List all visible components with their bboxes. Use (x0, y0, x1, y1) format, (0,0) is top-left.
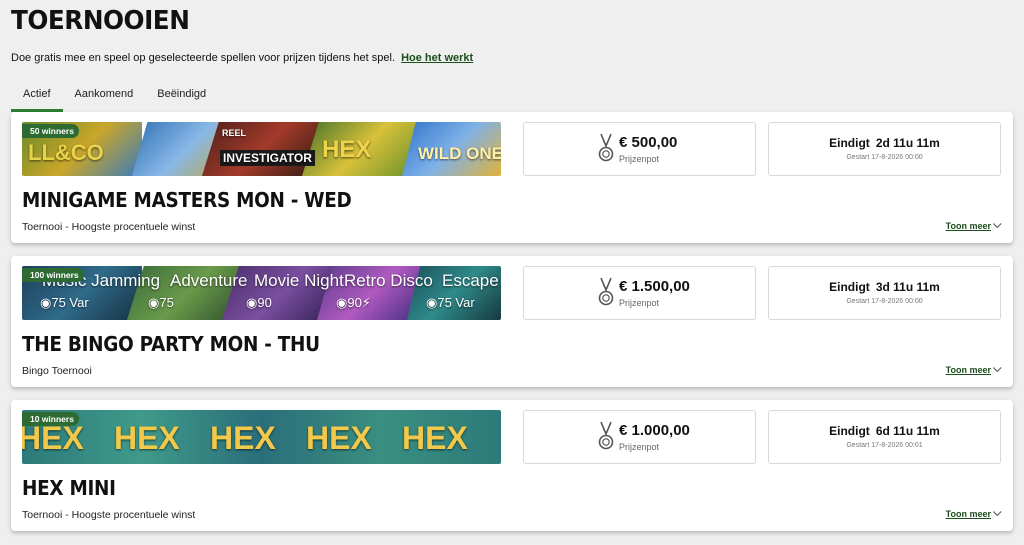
prize-label: Prijzenpot (619, 442, 660, 452)
tab-aankomend[interactable]: Aankomend (63, 86, 146, 112)
prize-label: Prijzenpot (619, 154, 660, 164)
tournament-card[interactable]: HEX HEX HEX HEX HEX 10 winners € 1.000,0… (11, 400, 1013, 531)
end-line: Eindigt 2d 11u 11m (769, 136, 1000, 150)
banner-game-title: HEX (402, 420, 468, 456)
winners-badge: 10 winners (22, 412, 79, 426)
banner-game-title: INVESTIGATOR (220, 150, 315, 166)
banner-ball-info: ◉90⚡ (336, 295, 371, 310)
how-it-works-link[interactable]: Hoe het werkt (401, 52, 473, 64)
banner-game-title: LL&CO (28, 140, 104, 165)
banner-ball-info: ◉75 Var (426, 295, 475, 310)
prize-pool-box: € 500,00 Prijzenpot (523, 122, 756, 176)
prize-label: Prijzenpot (619, 298, 660, 308)
medal-icon (598, 133, 614, 162)
show-more-link[interactable]: Toon meer (945, 363, 1002, 375)
banner-game-title: HEX (322, 136, 372, 163)
banner-ball-info: ◉90 (246, 295, 272, 310)
ends-label: Eindigt (829, 280, 870, 294)
tournament-title: MINIGAME MASTERS MON - WED (22, 188, 352, 212)
prize-amount: € 1.000,00 (619, 422, 690, 439)
tournament-subtitle: Toernooi - Hoogste procentuele winst (22, 509, 196, 521)
tournament-title: HEX MINI (22, 476, 116, 500)
ends-time: 2d 11u 11m (875, 136, 940, 150)
ends-time: 3d 11u 11m (875, 280, 940, 294)
banner-game-title: Retro Disco (344, 271, 433, 290)
banner-ball-info: ◉75 Var (40, 295, 89, 310)
banner-ball-info: ◉75 (148, 295, 174, 310)
winners-badge: 100 winners (22, 268, 84, 282)
prize-pool-box: € 1.000,00 Prijzenpot (523, 410, 756, 464)
medal-icon (598, 277, 614, 306)
end-line: Eindigt 3d 11u 11m (769, 280, 1000, 294)
game-banner[interactable]: HEX HEX HEX HEX HEX 10 winners (22, 410, 501, 464)
started-date: Gestart 17-8-2026 00:00 (846, 298, 923, 305)
started-date: Gestart 17-8-2026 00:00 (846, 154, 923, 161)
page-title: TOERNOOIEN (11, 6, 190, 36)
banner-game-title: WILD ONE (418, 144, 501, 163)
tab-actief[interactable]: Actief (11, 86, 63, 112)
started-date: Gestart 17-8-2026 00:01 (846, 442, 923, 449)
game-banner[interactable]: LL&CO REEL INVESTIGATOR HEX WILD ONE 50 … (22, 122, 501, 176)
banner-game-title: HEX (210, 420, 276, 456)
banner-game-title: HEX (114, 420, 180, 456)
banner-game-title: HEX (306, 420, 372, 456)
banner-game-title: REEL (222, 128, 247, 138)
prize-amount: € 1.500,00 (619, 278, 690, 295)
prize-pool-box: € 1.500,00 Prijzenpot (523, 266, 756, 320)
end-time-box: Eindigt 2d 11u 11m Gestart 17-8-2026 00:0… (768, 122, 1001, 176)
show-more-label: Toon meer (945, 221, 991, 231)
tournament-title: THE BINGO PARTY MON - THU (22, 332, 320, 356)
tournament-subtitle: Toernooi - Hoogste procentuele winst (22, 221, 196, 233)
medal-icon (598, 421, 614, 450)
end-time-box: Eindigt 3d 11u 11m Gestart 17-8-2026 00:0… (768, 266, 1001, 320)
chevron-down-icon (993, 219, 1002, 229)
game-banner[interactable]: Music Jamming Adventure Movie Night Retr… (22, 266, 501, 320)
ends-label: Eindigt (829, 424, 870, 438)
intro-description: Doe gratis mee en speel op geselecteerde… (11, 52, 396, 64)
tournament-card[interactable]: LL&CO REEL INVESTIGATOR HEX WILD ONE 50 … (11, 112, 1013, 243)
banner-game-title: Escape (442, 271, 499, 290)
ends-label: Eindigt (829, 136, 870, 150)
chevron-down-icon (993, 363, 1002, 373)
end-time-box: Eindigt 6d 11u 11m Gestart 17-8-2026 00:0… (768, 410, 1001, 464)
show-more-link[interactable]: Toon meer (945, 507, 1002, 519)
tournament-subtitle: Bingo Toernooi (22, 365, 92, 377)
intro-text: Doe gratis mee en speel op geselecteerde… (11, 52, 473, 64)
winners-badge: 50 winners (22, 124, 79, 138)
ends-time: 6d 11u 11m (875, 424, 940, 438)
show-more-label: Toon meer (945, 509, 991, 519)
tournament-card[interactable]: Music Jamming Adventure Movie Night Retr… (11, 256, 1013, 387)
tab-beeindigd[interactable]: Beëindigd (145, 86, 218, 112)
show-more-label: Toon meer (945, 365, 991, 375)
show-more-link[interactable]: Toon meer (945, 219, 1002, 231)
end-line: Eindigt 6d 11u 11m (769, 424, 1000, 438)
chevron-down-icon (993, 507, 1002, 517)
prize-amount: € 500,00 (619, 134, 678, 151)
tab-bar: Actief Aankomend Beëindigd (11, 86, 218, 112)
banner-game-title: Adventure (170, 271, 248, 290)
banner-game-title: Movie Night (254, 271, 344, 290)
